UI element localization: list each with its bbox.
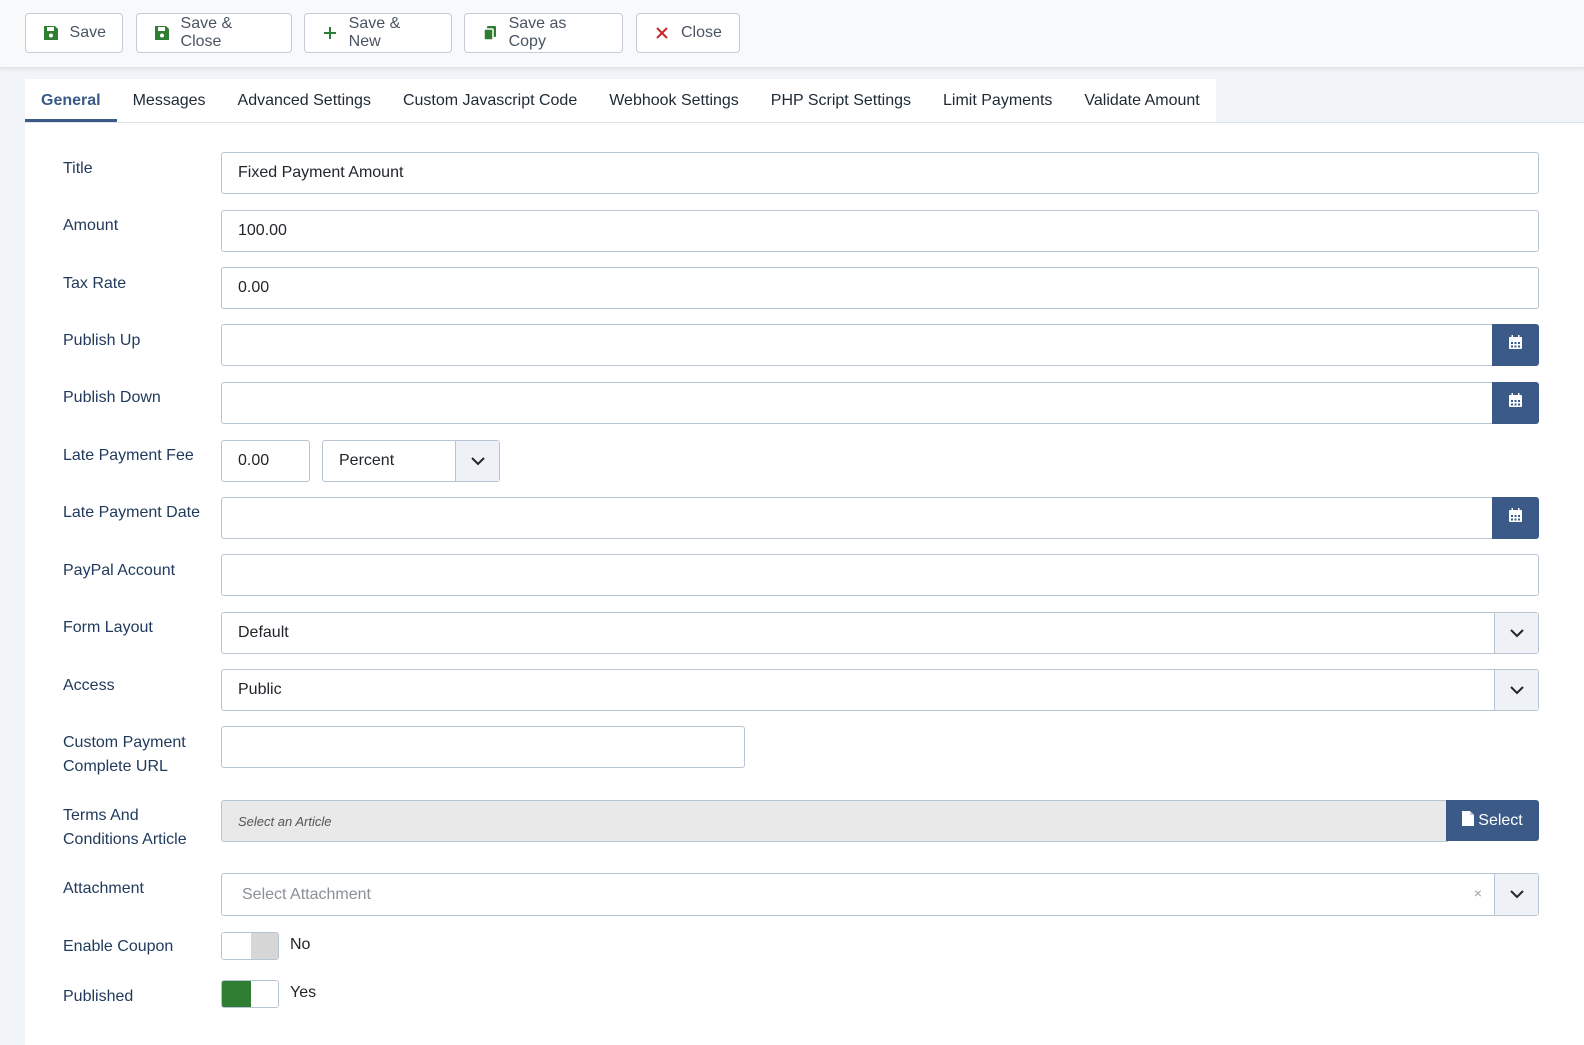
access-label: Access	[63, 677, 115, 694]
save-close-button[interactable]: Save & Close	[136, 13, 292, 53]
late-payment-fee-label: Late Payment Fee	[63, 447, 194, 464]
file-icon	[1462, 810, 1475, 831]
custom-payment-url-label: Custom Payment Complete URL	[63, 731, 186, 779]
save-button[interactable]: Save	[25, 13, 123, 53]
chevron-down-icon	[1494, 613, 1538, 653]
tab-limit-payments[interactable]: Limit Payments	[927, 79, 1068, 122]
form-layout-select[interactable]: Default	[221, 612, 1539, 654]
toggle-track-off	[251, 933, 278, 959]
attachment-clear-icon[interactable]: ×	[1474, 885, 1482, 901]
amount-input[interactable]: 100.00	[221, 210, 1539, 252]
tab-validate-amount[interactable]: Validate Amount	[1068, 79, 1215, 122]
terms-article-label-line2: Conditions Article	[63, 831, 187, 848]
access-value: Public	[238, 681, 282, 698]
access-select[interactable]: Public	[221, 669, 1539, 711]
attachment-label: Attachment	[63, 880, 144, 897]
publish-down-label: Publish Down	[63, 389, 161, 406]
late-payment-fee-type-select[interactable]: Percent	[322, 440, 500, 482]
tab-php-script-settings[interactable]: PHP Script Settings	[755, 79, 927, 122]
terms-article-select-button[interactable]: Select	[1446, 800, 1539, 841]
terms-article-label: Terms And Conditions Article	[63, 804, 187, 852]
close-icon	[653, 24, 671, 42]
close-button-label: Close	[681, 24, 722, 41]
tab-bar: General Messages Advanced Settings Custo…	[25, 79, 1216, 122]
toggle-track-on	[222, 981, 251, 1007]
toolbar: Save Save & Close Save & New Save as Cop…	[0, 0, 1584, 68]
tab-advanced-settings[interactable]: Advanced Settings	[222, 79, 387, 122]
calendar-icon	[1508, 508, 1523, 528]
calendar-icon	[1508, 335, 1523, 355]
custom-payment-url-label-line1: Custom Payment	[63, 734, 186, 751]
publish-up-input[interactable]	[221, 324, 1494, 366]
toggle-knob	[251, 981, 278, 1007]
published-toggle[interactable]	[221, 980, 279, 1008]
tab-messages[interactable]: Messages	[117, 79, 222, 122]
floppy-disk-icon	[42, 24, 60, 42]
tab-custom-javascript-code[interactable]: Custom Javascript Code	[387, 79, 593, 122]
late-payment-date-input[interactable]	[221, 497, 1494, 539]
late-payment-fee-input[interactable]: 0.00	[221, 440, 310, 482]
close-button[interactable]: Close	[636, 13, 740, 53]
tax-rate-label: Tax Rate	[63, 275, 127, 292]
terms-article-label-line1: Terms And	[63, 807, 139, 824]
toggle-knob	[222, 933, 251, 959]
custom-payment-url-label-line2: Complete URL	[63, 758, 168, 775]
floppy-disk-icon	[153, 24, 171, 42]
published-label: Published	[63, 988, 134, 1005]
attachment-placeholder: Select Attachment	[242, 885, 371, 903]
enable-coupon-label: Enable Coupon	[63, 938, 174, 955]
save-new-button-label: Save & New	[348, 15, 401, 50]
save-button-label: Save	[69, 24, 106, 41]
title-label: Title	[63, 160, 93, 177]
amount-label: Amount	[63, 217, 119, 234]
publish-down-calendar-button[interactable]	[1492, 382, 1539, 424]
late-payment-date-calendar-button[interactable]	[1492, 497, 1539, 539]
chevron-down-icon	[1494, 874, 1538, 915]
paypal-account-label: PayPal Account	[63, 562, 176, 579]
enable-coupon-state: No	[290, 936, 311, 953]
custom-payment-url-input[interactable]	[221, 726, 745, 768]
terms-article-select-label: Select	[1478, 811, 1523, 829]
tab-webhook-settings[interactable]: Webhook Settings	[593, 79, 755, 122]
enable-coupon-toggle[interactable]	[221, 932, 279, 960]
attachment-select[interactable]: Select Attachment ×	[221, 873, 1539, 916]
late-payment-fee-type-value: Percent	[339, 452, 395, 469]
publish-up-label: Publish Up	[63, 332, 141, 349]
tab-general[interactable]: General	[25, 79, 117, 122]
published-state: Yes	[290, 984, 317, 1001]
form-layout-value: Default	[238, 624, 289, 641]
chevron-down-icon	[1494, 670, 1538, 710]
publish-up-calendar-button[interactable]	[1492, 324, 1539, 366]
title-input[interactable]: Fixed Payment Amount	[221, 152, 1539, 194]
save-as-copy-button[interactable]: Save as Copy	[464, 13, 623, 53]
late-payment-date-label: Late Payment Date	[63, 504, 200, 521]
save-new-button[interactable]: Save & New	[304, 13, 452, 53]
save-close-button-label: Save & Close	[180, 15, 233, 50]
plus-icon	[321, 24, 339, 42]
paypal-account-input[interactable]	[221, 554, 1539, 596]
form-layout-label: Form Layout	[63, 619, 153, 636]
publish-down-input[interactable]	[221, 382, 1494, 424]
tax-rate-input[interactable]: 0.00	[221, 267, 1539, 309]
save-as-copy-button-label: Save as Copy	[508, 15, 567, 50]
copy-icon	[481, 24, 499, 42]
calendar-icon	[1508, 393, 1523, 413]
terms-article-input: Select an Article	[221, 800, 1448, 842]
chevron-down-icon	[455, 441, 499, 481]
